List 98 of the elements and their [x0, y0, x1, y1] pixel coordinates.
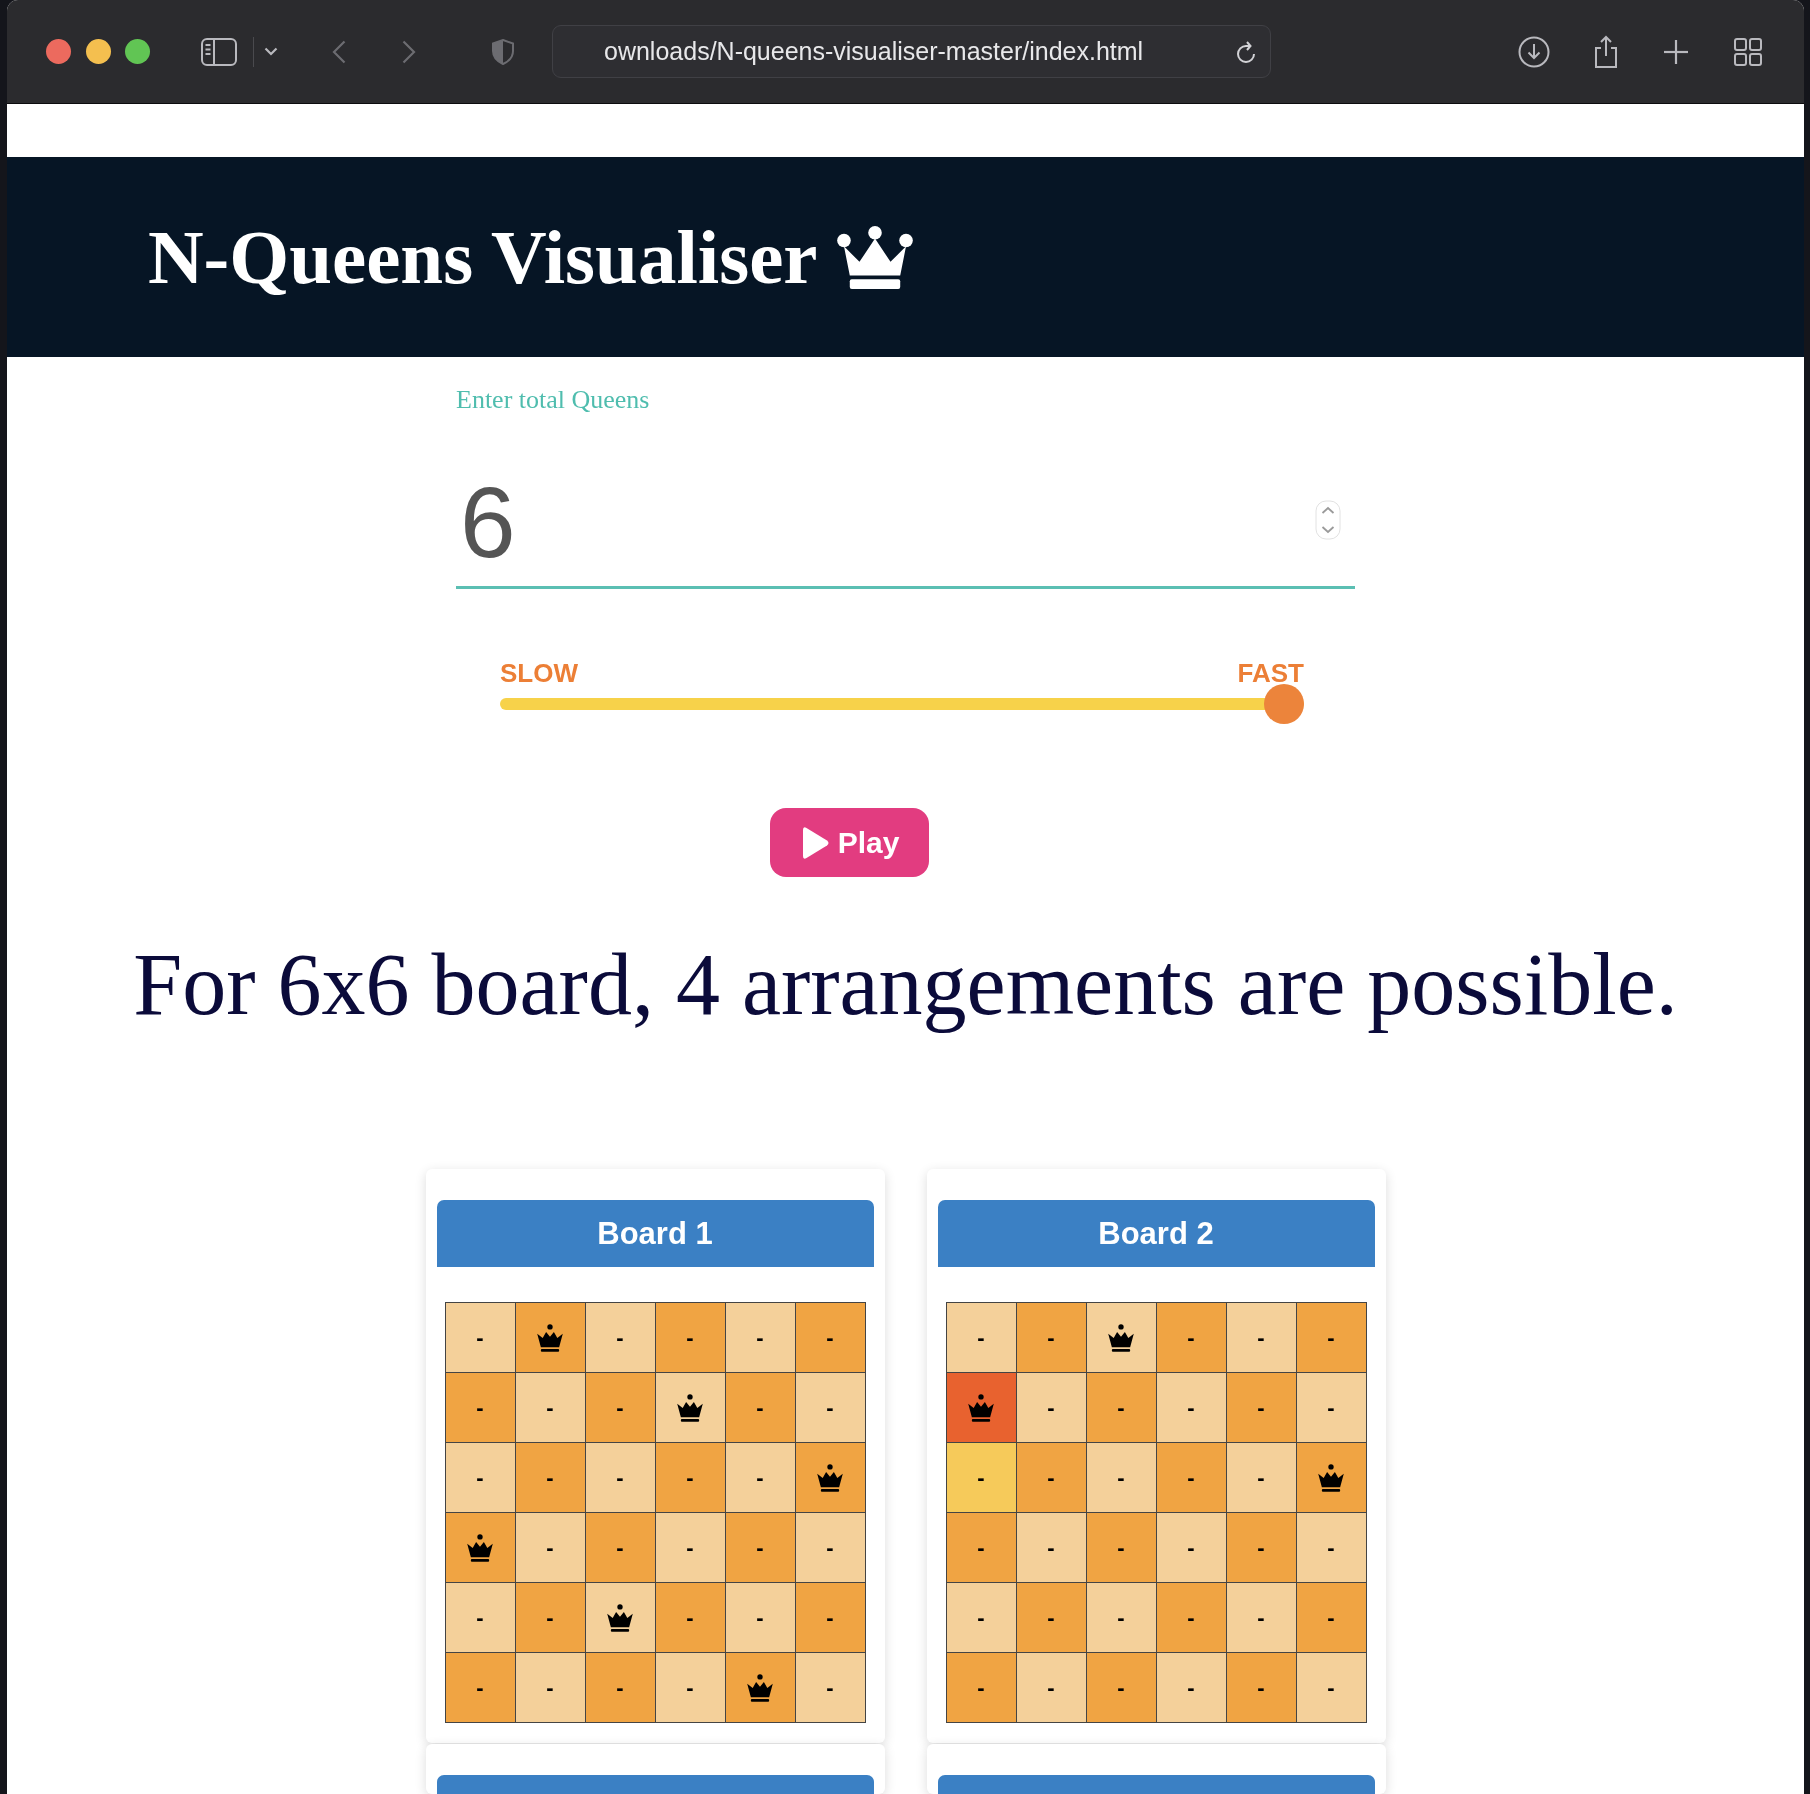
board-cell: - — [445, 1443, 516, 1513]
play-button[interactable]: Play — [770, 808, 929, 877]
board-cell: - — [795, 1303, 866, 1373]
board-header: Board 1 — [436, 1200, 874, 1267]
board-cell: - — [946, 1443, 1017, 1513]
field-label: Enter total Queens — [456, 386, 650, 414]
board-cell: - — [585, 1443, 656, 1513]
board-cell: - — [1086, 1443, 1157, 1513]
board-cell: - — [1086, 1513, 1157, 1583]
url-text: ownloads/N-queens-visualiser-master/index.html — [604, 37, 1144, 66]
board-cell: - — [1226, 1583, 1297, 1653]
board-cell: - — [585, 1653, 656, 1723]
board-cell: - — [445, 1583, 516, 1653]
board-cell: - — [1296, 1583, 1367, 1653]
board-cell: - — [515, 1443, 586, 1513]
board-cell: - — [725, 1513, 796, 1583]
board-cell: - — [515, 1513, 586, 1583]
board-cell: - — [1156, 1513, 1227, 1583]
speed-slider[interactable] — [500, 684, 1304, 724]
board-cell: - — [946, 1583, 1017, 1653]
board-cell: - — [1296, 1303, 1367, 1373]
board-cell: - — [795, 1653, 866, 1723]
fast-label: FAST — [1237, 659, 1304, 687]
board-header: Board 2 — [937, 1200, 1375, 1267]
board-cell: - — [655, 1303, 726, 1373]
board-cell: - — [1226, 1653, 1297, 1723]
queen-icon — [815, 1463, 845, 1492]
board-cell: - — [1226, 1513, 1297, 1583]
result-text: For 6x6 board, 4 arrangements are possible. — [132, 936, 1679, 1034]
queen-icon — [966, 1393, 996, 1422]
board-cell: - — [1156, 1303, 1227, 1373]
reload-icon[interactable] — [1235, 39, 1257, 64]
board-cell: - — [946, 1653, 1017, 1723]
minimize-button[interactable] — [86, 39, 111, 64]
queen-icon — [465, 1533, 495, 1562]
board-cell: - — [1226, 1443, 1297, 1513]
board-cell: - — [1086, 1583, 1157, 1653]
queen-icon — [1316, 1463, 1346, 1492]
board-cell: - — [655, 1443, 726, 1513]
chevron-left-icon[interactable] — [332, 39, 346, 64]
board-cell: - — [655, 1653, 726, 1723]
slider-thumb[interactable] — [1264, 684, 1304, 724]
page-title: N-Queens Visualiser — [148, 218, 818, 296]
queen-icon — [745, 1673, 775, 1702]
spinner-icon[interactable] — [1315, 500, 1341, 540]
board-cell: - — [1156, 1443, 1227, 1513]
board-cell: - — [585, 1513, 656, 1583]
board-cell: - — [795, 1513, 866, 1583]
board-cell: - — [515, 1653, 586, 1723]
board-cell: - — [795, 1373, 866, 1443]
board-cell: - — [946, 1303, 1017, 1373]
sidebar-icon[interactable] — [201, 37, 237, 66]
board-cell: - — [1086, 1373, 1157, 1443]
tab-overview-icon[interactable] — [1734, 37, 1762, 66]
board-cell: - — [1016, 1513, 1087, 1583]
board-cell: - — [946, 1513, 1017, 1583]
queen-icon — [1106, 1323, 1136, 1352]
board-cell: - — [1296, 1513, 1367, 1583]
board-cell: - — [725, 1373, 796, 1443]
queen-icon — [535, 1323, 565, 1352]
board-cell: - — [1226, 1303, 1297, 1373]
board-cell: - — [1016, 1653, 1087, 1723]
board-cell: - — [725, 1583, 796, 1653]
board-cell: - — [515, 1583, 586, 1653]
share-icon[interactable] — [1593, 34, 1619, 69]
board-cell: - — [585, 1303, 656, 1373]
shield-icon[interactable] — [492, 38, 514, 65]
plus-icon[interactable] — [1663, 38, 1689, 65]
slow-label: SLOW — [500, 659, 578, 687]
chevron-right-icon[interactable] — [402, 39, 416, 64]
board-cell: - — [1016, 1373, 1087, 1443]
board-cell: - — [515, 1373, 586, 1443]
board-cell: - — [445, 1653, 516, 1723]
board-cell: - — [1296, 1653, 1367, 1723]
board-cell: - — [585, 1373, 656, 1443]
board-cell: - — [1016, 1583, 1087, 1653]
board-cell: - — [1016, 1303, 1087, 1373]
queen-icon — [675, 1393, 705, 1422]
board-cell: - — [725, 1303, 796, 1373]
board-cell: - — [1156, 1653, 1227, 1723]
board-cell: - — [725, 1443, 796, 1513]
board-cell: - — [795, 1583, 866, 1653]
board-cell: - — [1226, 1373, 1297, 1443]
queen-icon — [605, 1603, 635, 1632]
download-icon[interactable] — [1518, 35, 1550, 68]
board-cell: - — [1296, 1373, 1367, 1443]
board-cell: - — [1086, 1653, 1157, 1723]
board-cell: - — [655, 1583, 726, 1653]
board-cell: - — [655, 1513, 726, 1583]
chevron-down-icon[interactable] — [264, 47, 278, 56]
board-cell: - — [1156, 1373, 1227, 1443]
board-cell: - — [1016, 1443, 1087, 1513]
board-cell: - — [1156, 1583, 1227, 1653]
board-cell: - — [445, 1373, 516, 1443]
address-bar[interactable]: ownloads/N-queens-visualiser-master/index.html — [552, 25, 1271, 78]
zoom-button[interactable] — [125, 39, 150, 64]
close-button[interactable] — [46, 39, 71, 64]
board-cell: - — [445, 1303, 516, 1373]
